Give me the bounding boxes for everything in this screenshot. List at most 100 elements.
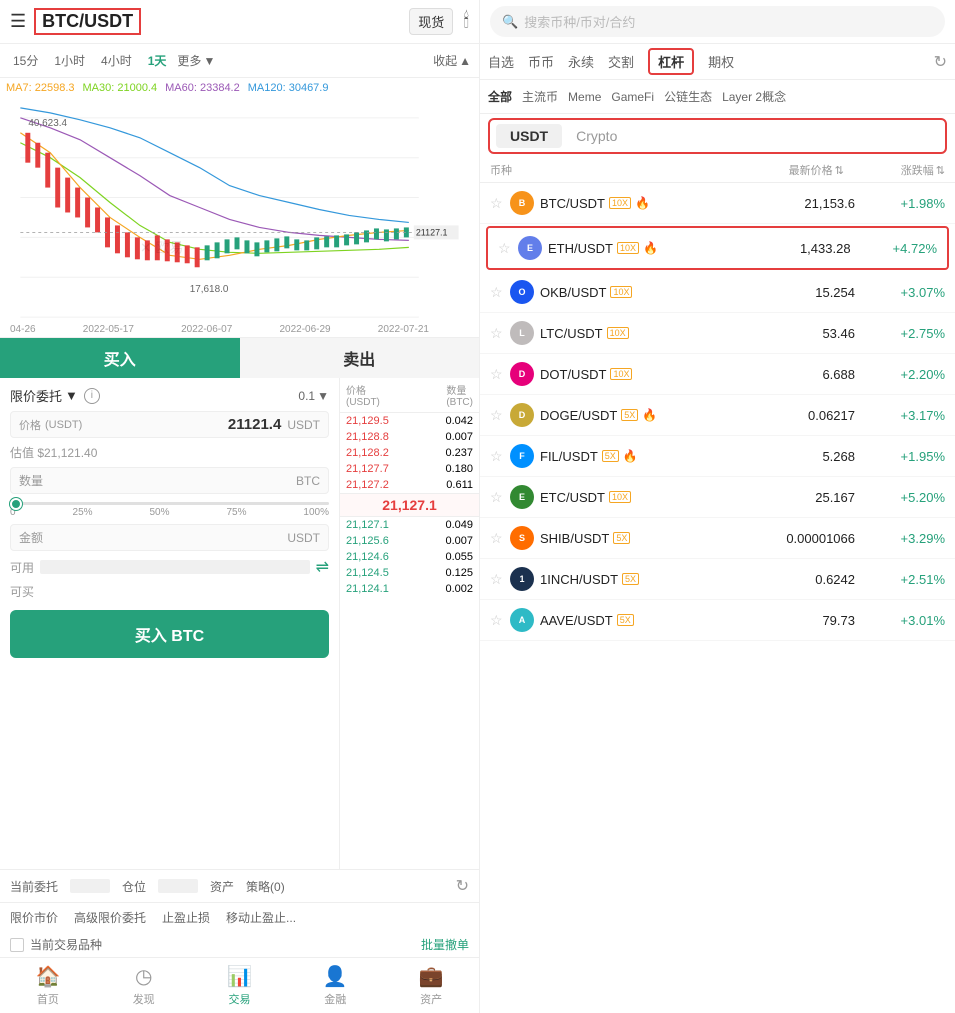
cat-tab-watchlist[interactable]: 自选 xyxy=(488,52,514,71)
nav-discover[interactable]: ◷ 发现 xyxy=(96,964,192,1007)
star-icon-doge[interactable]: ☆ xyxy=(490,407,506,423)
tf-more[interactable]: 更多 ▼ xyxy=(177,52,215,69)
star-icon-etc[interactable]: ☆ xyxy=(490,489,506,505)
ob-bid-1[interactable]: 21,125.6 0.007 xyxy=(340,533,479,549)
sort-change-icon[interactable]: ⇅ xyxy=(936,164,945,177)
market-item-ltc[interactable]: ☆ L LTC/USDT 10X 53.46 +2.75% xyxy=(480,313,955,354)
price-input[interactable]: 价格 (USDT) 21121.4 USDT xyxy=(10,411,329,438)
sub-tab-tpsl[interactable]: 止盈止损 xyxy=(162,909,210,926)
market-item-btc[interactable]: ☆ B BTC/USDT 10X 🔥 21,153.6 +1.98% xyxy=(480,183,955,224)
sell-tab[interactable]: 卖出 xyxy=(240,338,480,378)
sort-price-icon[interactable]: ⇅ xyxy=(835,164,844,177)
ob-ask-2[interactable]: 21,128.2 0.237 xyxy=(340,445,479,461)
sub-tab-limit[interactable]: 限价市价 xyxy=(10,909,58,926)
tab-current-orders[interactable]: 当前委托 xyxy=(10,878,58,895)
tf-4h[interactable]: 4小时 xyxy=(96,50,137,71)
batch-cancel-button[interactable]: 批量撤单 xyxy=(421,936,469,953)
market-item-aave[interactable]: ☆ A AAVE/USDT 5X 79.73 +3.01% xyxy=(480,600,955,641)
ob-ask-3[interactable]: 21,127.7 0.180 xyxy=(340,461,479,477)
star-icon-aave[interactable]: ☆ xyxy=(490,612,506,628)
position-badge xyxy=(158,879,198,893)
filter-mainstream[interactable]: 主流币 xyxy=(522,88,558,105)
filter-all[interactable]: 全部 xyxy=(488,88,512,105)
ob-ask-4[interactable]: 21,127.2 0.611 xyxy=(340,477,479,493)
cat-tab-options[interactable]: 期权 xyxy=(708,52,734,71)
buy-tab[interactable]: 买入 xyxy=(0,338,240,378)
tf-1h[interactable]: 1小时 xyxy=(49,50,90,71)
cur-tab-usdt[interactable]: USDT xyxy=(496,124,562,148)
chart-area[interactable]: MA7: 22598.3 MA30: 21000.4 MA60: 23384.2… xyxy=(0,78,479,338)
qty-input[interactable]: 数量 BTC xyxy=(10,467,329,494)
star-icon-1inch[interactable]: ☆ xyxy=(490,571,506,587)
nav-finance[interactable]: 👤 金融 xyxy=(287,964,383,1007)
coin-change-shib: +3.29% xyxy=(855,531,945,546)
refresh-icon[interactable]: ↻ xyxy=(934,52,947,72)
nav-home[interactable]: 🏠 首页 xyxy=(0,964,96,1007)
market-item-1inch[interactable]: ☆ 1 1INCH/USDT 5X 0.6242 +2.51% xyxy=(480,559,955,600)
tab-assets[interactable]: 资产 xyxy=(210,878,234,895)
filter-gamefi[interactable]: GameFi xyxy=(611,90,654,104)
market-item-dot[interactable]: ☆ D DOT/USDT 10X 6.688 +2.20% xyxy=(480,354,955,395)
market-item-eth[interactable]: ☆ E ETH/USDT 10X 🔥 1,433.28 +4.72% xyxy=(486,226,949,270)
transfer-icon[interactable]: ⇌ xyxy=(316,557,329,577)
ob-bid-3[interactable]: 21,124.5 0.125 xyxy=(340,565,479,581)
cat-tab-leverage[interactable]: 杠杆 xyxy=(648,48,694,75)
tab-strategy[interactable]: 策略(0) xyxy=(246,878,285,895)
star-icon-okb[interactable]: ☆ xyxy=(490,284,506,300)
spot-button[interactable]: 现货 xyxy=(409,8,453,35)
price-value: 21121.4 xyxy=(82,416,281,433)
ob-ask-1[interactable]: 21,128.8 0.007 xyxy=(340,429,479,445)
header-price: 最新价格 ⇅ xyxy=(692,162,844,178)
cat-tab-spot[interactable]: 币币 xyxy=(528,52,554,71)
menu-icon[interactable]: ☰ xyxy=(10,11,26,32)
slider-track[interactable] xyxy=(10,502,329,505)
market-item-doge[interactable]: ☆ D DOGE/USDT 5X 🔥 0.06217 +3.17% xyxy=(480,395,955,436)
buy-button[interactable]: 买入 BTC xyxy=(10,610,329,658)
pair-title[interactable]: BTC/USDT xyxy=(34,8,141,35)
filter-chain[interactable]: 公链生态 xyxy=(664,88,712,105)
coin-name-ltc: LTC/USDT 10X xyxy=(540,326,720,341)
slider-thumb[interactable] xyxy=(10,498,22,510)
cur-tab-crypto[interactable]: Crypto xyxy=(562,124,631,148)
order-type-select[interactable]: 限价委托 ▼ xyxy=(10,386,78,405)
tf-15min[interactable]: 15分 xyxy=(8,50,43,71)
cat-tab-delivery[interactable]: 交割 xyxy=(608,52,634,71)
ob-bid-2[interactable]: 21,124.6 0.055 xyxy=(340,549,479,565)
sub-tab-advanced[interactable]: 高级限价委托 xyxy=(74,909,146,926)
star-icon-ltc[interactable]: ☆ xyxy=(490,325,506,341)
market-item-okb[interactable]: ☆ O OKB/USDT 10X 15.254 +3.07% xyxy=(480,272,955,313)
star-icon-shib[interactable]: ☆ xyxy=(490,530,506,546)
star-icon-fil[interactable]: ☆ xyxy=(490,448,506,464)
tf-1d[interactable]: 1天 xyxy=(143,50,172,71)
size-select[interactable]: 0.1 ▼ xyxy=(298,389,329,403)
coin-change-doge: +3.17% xyxy=(855,408,945,423)
ob-mid-price[interactable]: 21,127.1 xyxy=(340,493,479,517)
slider-container: 0 25% 50% 75% 100% xyxy=(10,500,329,518)
search-input[interactable]: 🔍 搜索币种/币对/合约 xyxy=(490,6,945,37)
amount-input[interactable]: 金额 USDT xyxy=(10,524,329,551)
ob-bid-0[interactable]: 21,127.1 0.049 xyxy=(340,517,479,533)
filter-layer2[interactable]: Layer 2概念 xyxy=(722,88,786,105)
coin-change-ltc: +2.75% xyxy=(855,326,945,341)
current-symbol-checkbox[interactable] xyxy=(10,938,24,952)
coin-icon-doge: D xyxy=(510,403,534,427)
market-item-shib[interactable]: ☆ S SHIB/USDT 5X 0.00001066 +3.29% xyxy=(480,518,955,559)
filter-meme[interactable]: Meme xyxy=(568,90,601,104)
market-item-fil[interactable]: ☆ F FIL/USDT 5X 🔥 5.268 +1.95% xyxy=(480,436,955,477)
market-item-etc[interactable]: ☆ E ETC/USDT 10X 25.167 +5.20% xyxy=(480,477,955,518)
candle-icon[interactable]: 🕯 xyxy=(463,10,469,33)
info-icon[interactable]: i xyxy=(84,388,100,404)
tf-collapse[interactable]: 收起 ▲ xyxy=(433,52,471,69)
star-icon-dot[interactable]: ☆ xyxy=(490,366,506,382)
sub-tab-trailing[interactable]: 移动止盈止... xyxy=(226,909,296,926)
tab-position[interactable]: 仓位 xyxy=(122,878,146,895)
nav-assets[interactable]: 💼 资产 xyxy=(383,964,479,1007)
refresh-orders-icon[interactable]: ↻ xyxy=(456,876,469,896)
ob-bid-4[interactable]: 21,124.1 0.002 xyxy=(340,581,479,597)
header: ☰ BTC/USDT 现货 🕯 xyxy=(0,0,479,44)
cat-tab-perpetual[interactable]: 永续 xyxy=(568,52,594,71)
ob-ask-0[interactable]: 21,129.5 0.042 xyxy=(340,413,479,429)
star-icon-eth[interactable]: ☆ xyxy=(498,240,514,256)
nav-trade[interactable]: 📊 交易 xyxy=(192,964,288,1007)
star-icon-btc[interactable]: ☆ xyxy=(490,195,506,211)
